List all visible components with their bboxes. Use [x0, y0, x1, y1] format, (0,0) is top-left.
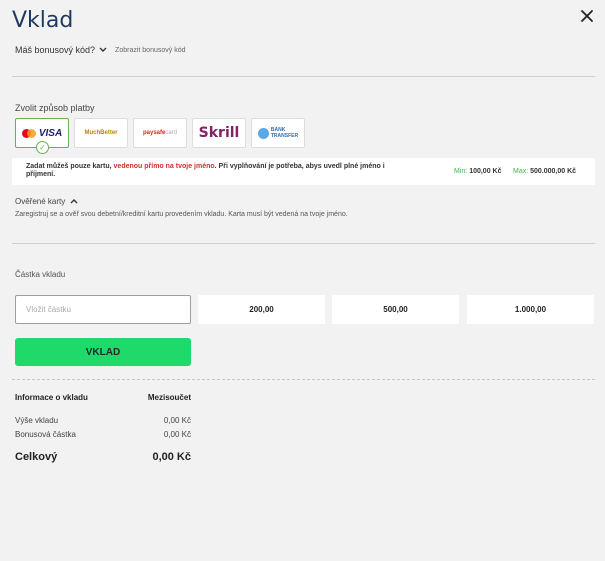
- close-icon: [581, 10, 593, 22]
- amount-label: Částka vkladu: [15, 270, 66, 279]
- min-amount: Min: 100,00 Kč: [454, 168, 502, 175]
- page-title: Vklad: [12, 8, 74, 33]
- chevron-up-icon: [70, 197, 78, 206]
- bonus-question: Máš bonusový kód?: [15, 45, 96, 55]
- summary-header: Informace o vkladu Mezisoučet: [15, 393, 191, 402]
- show-bonus-code-link[interactable]: Zobrazit bonusový kód: [115, 47, 185, 54]
- amount-input[interactable]: [15, 295, 191, 324]
- verified-cards-description: Zaregistruj se a ověř svou debetní/kredi…: [15, 211, 348, 218]
- payment-methods: VISA ✓ MuchBetter paysafecard Skrill BAN…: [15, 118, 305, 154]
- payment-method-label: Zvolit způsob platby: [15, 103, 95, 113]
- verified-cards-title: Ověřené karty: [15, 197, 66, 206]
- max-amount: Max: 500.000,00 Kč: [513, 168, 577, 175]
- card-notice: Zadat můžeš pouze kartu, vedenou přímo n…: [12, 158, 595, 185]
- summary-row-bonus: Bonusová částka 0,00 Kč: [15, 430, 191, 439]
- payment-method-skrill[interactable]: Skrill: [192, 118, 246, 148]
- payment-method-muchbetter[interactable]: MuchBetter: [74, 118, 128, 148]
- payment-method-card[interactable]: VISA ✓: [15, 118, 69, 154]
- payment-method-bank-transfer[interactable]: BANK TRANSFER: [251, 118, 305, 148]
- card-notice-text: Zadat můžeš pouze kartu, vedenou přímo n…: [26, 163, 385, 178]
- skrill-logo: Skrill: [198, 125, 240, 141]
- close-button[interactable]: [578, 6, 596, 26]
- muchbetter-logo: MuchBetter: [84, 130, 118, 136]
- divider: [12, 379, 595, 380]
- preset-amount-200[interactable]: 200,00: [198, 295, 325, 324]
- payment-method-paysafecard[interactable]: paysafecard: [133, 118, 187, 148]
- preset-amount-1000[interactable]: 1.000,00: [467, 295, 594, 324]
- deposit-button[interactable]: VKLAD: [15, 338, 191, 366]
- paysafecard-logo: paysafecard: [142, 130, 178, 136]
- verified-cards-toggle[interactable]: Ověřené karty: [15, 197, 78, 206]
- mastercard-icon: [21, 128, 36, 138]
- summary-row-deposit: Výše vkladu 0,00 Kč: [15, 416, 191, 425]
- summary-total: Celkový 0,00 Kč: [15, 451, 191, 463]
- chevron-down-icon: [99, 45, 107, 55]
- preset-amount-500[interactable]: 500,00: [332, 295, 459, 324]
- divider: [12, 243, 595, 244]
- bonus-code-toggle[interactable]: Máš bonusový kód? Zobrazit bonusový kód: [15, 45, 185, 55]
- check-icon: ✓: [36, 141, 49, 154]
- bank-transfer-logo: BANK TRANSFER: [257, 127, 298, 139]
- bank-transfer-icon: [257, 127, 269, 139]
- deposit-summary: Informace o vkladu Mezisoučet Výše vklad…: [15, 393, 191, 463]
- visa-logo: VISA: [38, 127, 63, 139]
- divider: [12, 76, 595, 77]
